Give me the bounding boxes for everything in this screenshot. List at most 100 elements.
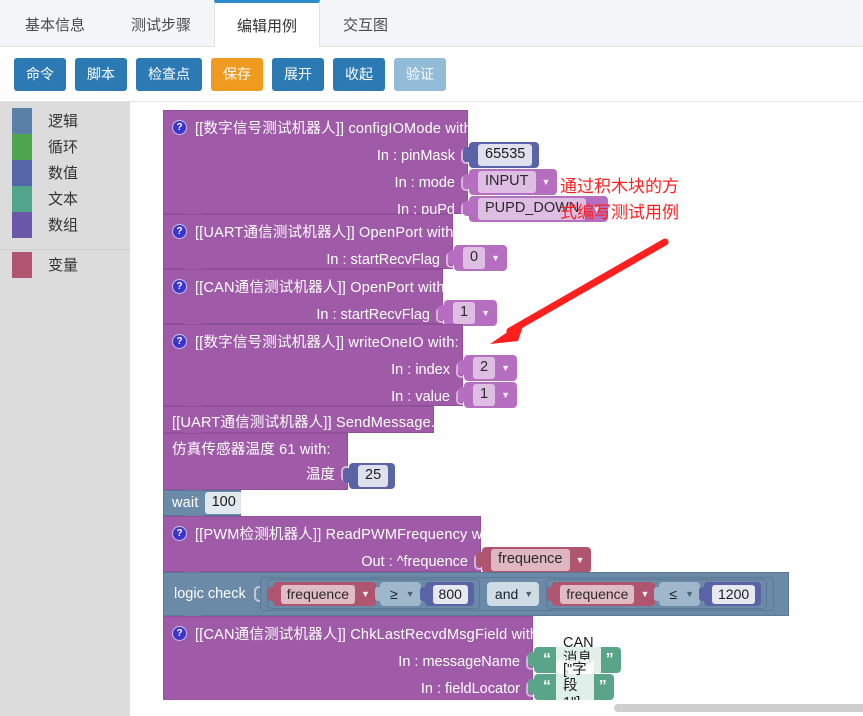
horizontal-scrollbar[interactable]	[130, 700, 863, 716]
number-value[interactable]: 800	[432, 584, 468, 604]
help-icon[interactable]: ?	[172, 224, 187, 239]
horizontal-scrollbar-thumb[interactable]	[614, 704, 863, 712]
block-body[interactable]: ? [[数字信号测试机器人]] writeOneIO with: In : in…	[163, 324, 463, 411]
chevron-down-icon[interactable]: ▼	[501, 363, 510, 373]
value-block-index[interactable]: 2 ▼	[458, 355, 517, 381]
value-field[interactable]: 1	[453, 302, 476, 324]
and-operator-pill[interactable]: and ▼	[486, 582, 540, 606]
toolbox-divider	[0, 240, 130, 250]
operator-symbol[interactable]: ≥	[388, 585, 400, 603]
block-uart-open-port[interactable]: ? [[UART通信测试机器人]] OpenPort with: In : st…	[163, 214, 507, 274]
variable-pill-left[interactable]: frequence ▼	[267, 582, 376, 606]
operator-pill-right[interactable]: ≤ ▼	[654, 582, 700, 606]
help-icon[interactable]: ?	[172, 279, 187, 294]
number-pill-right[interactable]: 1200	[698, 582, 762, 606]
wait-duration-field[interactable]: 100	[204, 492, 243, 514]
value-block-start-recv-flag[interactable]: 0 ▼	[448, 245, 507, 271]
block-body[interactable]: ? [[CAN通信测试机器人]] ChkLastRecvdMsgField wi…	[163, 616, 542, 702]
chevron-down-icon[interactable]: ▼	[524, 589, 533, 599]
chevron-down-icon[interactable]: ▼	[406, 589, 415, 599]
chevron-down-icon[interactable]: ▼	[361, 589, 370, 599]
comparison-block-right[interactable]: frequence ▼ ≤ ▼ 1200	[546, 579, 768, 609]
value-block-mode[interactable]: INPUT ▼	[462, 169, 558, 195]
chevron-down-icon[interactable]: ▼	[685, 589, 694, 599]
variable-name[interactable]: frequence	[560, 584, 635, 604]
help-icon[interactable]: ?	[172, 626, 187, 641]
toolbox-item-array[interactable]: 数组	[0, 212, 130, 238]
arg-label: Out : ^frequence	[361, 554, 468, 570]
chevron-down-icon[interactable]: ▼	[592, 204, 601, 214]
chevron-down-icon[interactable]: ▼	[542, 177, 551, 187]
block-uart-send-message[interactable]: [[UART通信测试机器人]] SendMessage...	[163, 406, 443, 438]
block-can-open-port[interactable]: ? [[CAN通信测试机器人]] OpenPort with: In : sta…	[163, 269, 497, 329]
value-field[interactable]: PUPD_DOWN	[478, 198, 587, 220]
block-read-pwm-frequency[interactable]: ? [[PWM检测机器人]] ReadPWMFrequency with: Ou…	[163, 516, 592, 577]
number-pill-left[interactable]: 800	[419, 582, 474, 606]
comparison-block-left[interactable]: frequence ▼ ≥ ▼ 800	[266, 579, 480, 609]
variable-name[interactable]: frequence	[280, 584, 356, 604]
block-config-io-mode[interactable]: ? [[数字信号测试机器人]] configIOMode with: In : …	[163, 110, 609, 222]
checkpoint-button[interactable]: 检查点	[136, 57, 202, 91]
value-block-temperature[interactable]: 25	[342, 463, 396, 489]
save-button[interactable]: 保存	[211, 57, 263, 91]
value-field[interactable]: 1	[473, 384, 496, 406]
block-canvas[interactable]: ? [[数字信号测试机器人]] configIOMode with: In : …	[130, 102, 863, 716]
block-body[interactable]: ? [[PWM检测机器人]] ReadPWMFrequency with: Ou…	[163, 516, 502, 577]
toolbox-item-text[interactable]: 文本	[0, 186, 130, 212]
value-block-value[interactable]: 1 ▼	[458, 382, 517, 408]
block-body[interactable]: ? [[CAN通信测试机器人]] OpenPort with: In : sta…	[163, 269, 449, 329]
toolbox-item-number[interactable]: 数值	[0, 160, 130, 186]
block-chk-last-recvd-msg-field[interactable]: ? [[CAN通信测试机器人]] ChkLastRecvdMsgField wi…	[163, 616, 621, 715]
help-icon[interactable]: ?	[172, 334, 187, 349]
operator-symbol[interactable]: ≤	[667, 585, 679, 603]
value-block-field-locator[interactable]: “ ["字段1"] ”	[528, 659, 614, 715]
collapse-button[interactable]: 收起	[333, 57, 385, 91]
value-field[interactable]: 25	[358, 465, 389, 487]
expand-button[interactable]: 展开	[272, 57, 324, 91]
tab-basic-info[interactable]: 基本信息	[2, 1, 108, 47]
block-header: ? [[PWM检测机器人]] ReadPWMFrequency with:	[164, 517, 502, 549]
script-button[interactable]: 脚本	[75, 57, 127, 91]
tab-test-steps[interactable]: 测试步骤	[108, 1, 214, 47]
block-body[interactable]: wait 100	[163, 490, 243, 521]
category-color-swatch	[12, 134, 32, 160]
value-block-out-frequence[interactable]: frequence ▼	[475, 547, 592, 573]
variable-pill-right[interactable]: frequence ▼	[547, 582, 656, 606]
help-icon[interactable]: ?	[172, 120, 187, 135]
block-body[interactable]: ? [[数字信号测试机器人]] configIOMode with: In : …	[163, 110, 476, 219]
value-field[interactable]: frequence	[491, 549, 570, 571]
block-body[interactable]: 仿真传感器温度 61 with: 温度	[163, 433, 348, 495]
quote-open-icon: “	[543, 651, 551, 668]
value-block-pupd[interactable]: PUPD_DOWN ▼	[462, 196, 609, 222]
chevron-down-icon[interactable]: ▼	[481, 308, 490, 318]
value-field[interactable]: INPUT	[478, 171, 536, 193]
chevron-down-icon[interactable]: ▼	[640, 589, 649, 599]
block-sim-sensor-temperature[interactable]: 仿真传感器温度 61 with: 温度 25	[163, 433, 396, 495]
value-block-start-recv-flag[interactable]: 1 ▼	[438, 300, 497, 326]
toolbox-item-loop[interactable]: 循环	[0, 134, 130, 160]
block-body[interactable]: ? [[UART通信测试机器人]] OpenPort with: In : st…	[163, 214, 458, 274]
command-button[interactable]: 命令	[14, 57, 66, 91]
value-block-pin-mask[interactable]: 65535	[462, 142, 540, 168]
operator-pill-left[interactable]: ≥ ▼	[374, 582, 421, 606]
block-logic-check[interactable]: logic check frequence ▼ ≥ ▼ 800 and ▼ fr…	[163, 572, 789, 621]
toolbox-item-variable[interactable]: 变量	[0, 252, 130, 278]
tab-edit-case[interactable]: 编辑用例	[214, 0, 321, 47]
toolbox-item-logic[interactable]: 逻辑	[0, 108, 130, 134]
block-write-one-io[interactable]: ? [[数字信号测试机器人]] writeOneIO with: In : in…	[163, 324, 517, 411]
chevron-down-icon[interactable]: ▼	[576, 555, 585, 565]
chevron-down-icon[interactable]: ▼	[501, 390, 510, 400]
tab-interaction-diagram[interactable]: 交互图	[320, 1, 411, 47]
chevron-down-icon[interactable]: ▼	[491, 253, 500, 263]
value-field[interactable]: 0	[463, 247, 486, 269]
tab-bar: 基本信息 测试步骤 编辑用例 交互图	[0, 0, 863, 47]
help-icon[interactable]: ?	[172, 526, 187, 541]
number-value[interactable]: 1200	[712, 584, 756, 604]
block-body[interactable]: [[UART通信测试机器人]] SendMessage...	[163, 406, 443, 438]
verify-button[interactable]: 验证	[394, 57, 446, 91]
boolean-and-block[interactable]: frequence ▼ ≥ ▼ 800 and ▼ frequence ▼ ≤ …	[259, 577, 775, 611]
value-field[interactable]: 2	[473, 357, 496, 379]
block-body[interactable]: logic check frequence ▼ ≥ ▼ 800 and ▼ fr…	[163, 572, 789, 621]
block-wait[interactable]: wait 100	[163, 490, 243, 521]
value-field[interactable]: 65535	[478, 144, 533, 166]
